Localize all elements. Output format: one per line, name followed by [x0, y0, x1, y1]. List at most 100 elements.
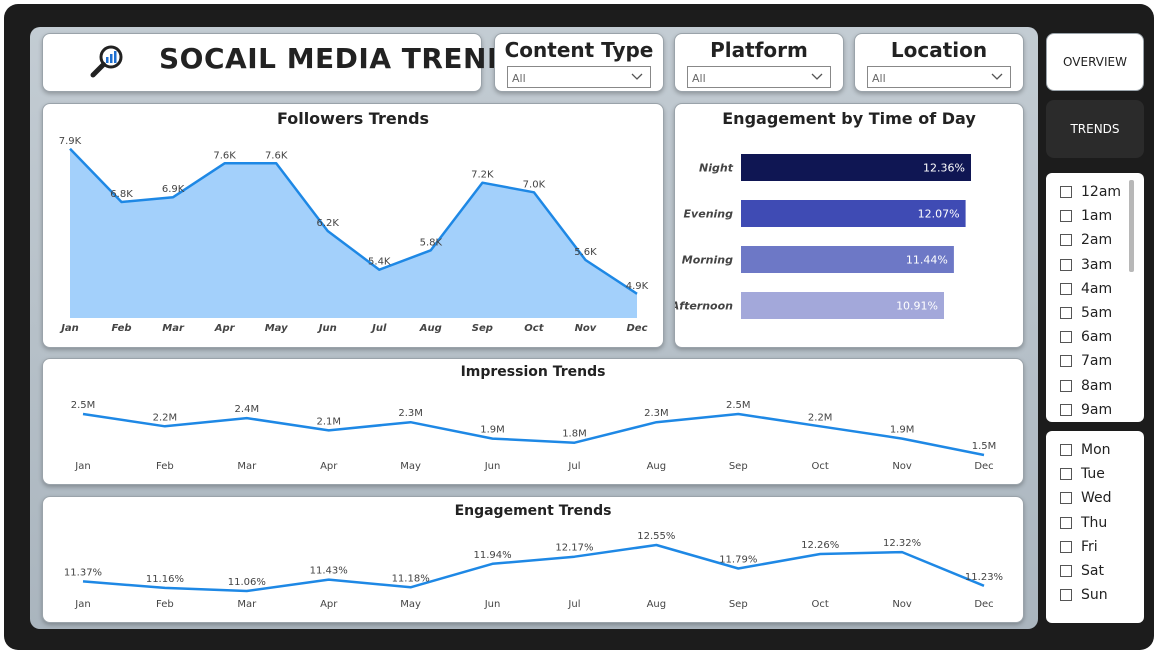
impression-data-label: 1.9M	[480, 425, 505, 436]
checkbox[interactable]	[1060, 379, 1072, 392]
impression-x-tick: Dec	[974, 461, 993, 472]
followers-x-tick: Apr	[214, 323, 236, 334]
platform-dropdown[interactable]: All	[687, 66, 831, 88]
followers-x-tick: Dec	[626, 323, 647, 334]
hour-option-label: 6am	[1081, 329, 1113, 346]
content-type-slicer: Content Type All	[494, 33, 664, 92]
chevron-down-icon	[631, 73, 643, 80]
checkbox[interactable]	[1060, 468, 1072, 481]
impression-data-label: 1.5M	[972, 441, 997, 452]
hour-option[interactable]: 9am	[1060, 400, 1112, 420]
day-option[interactable]: Thu	[1060, 513, 1107, 533]
hour-option[interactable]: 6am	[1060, 327, 1112, 347]
impression-data-label: 2.3M	[398, 408, 423, 419]
engagement-data-label: 11.79%	[719, 554, 757, 565]
day-option[interactable]: Tue	[1060, 464, 1105, 484]
hour-option[interactable]: 3am	[1060, 255, 1112, 275]
followers-chart: 7.9K Jan 6.8K Feb 6.9K Mar 7.6K Apr 7.6K May 6.2K J…	[59, 136, 649, 334]
engagement-data-label: 12.26%	[801, 540, 839, 551]
day-option[interactable]: Sat	[1060, 561, 1104, 581]
impression-data-label: 1.9M	[890, 425, 915, 436]
hour-option-label: 1am	[1081, 208, 1113, 225]
day-option[interactable]: Wed	[1060, 488, 1112, 508]
timeofday-data-label: 12.07%	[918, 208, 960, 221]
hour-option[interactable]: 7am	[1060, 351, 1112, 371]
hour-option-label: 9am	[1081, 401, 1113, 418]
checkbox[interactable]	[1060, 186, 1072, 198]
followers-x-tick: Feb	[112, 323, 132, 334]
hour-option[interactable]: 1am	[1060, 206, 1112, 226]
timeofday-category-label: Evening	[684, 208, 734, 221]
impression-x-tick: Nov	[892, 461, 912, 472]
engagement-x-tick: Sep	[729, 599, 748, 610]
checkbox[interactable]	[1060, 307, 1072, 319]
checkbox[interactable]	[1060, 516, 1072, 529]
day-option-label: Sat	[1081, 563, 1104, 579]
engagement-data-label: 12.32%	[883, 538, 921, 549]
engagement-x-tick: Jul	[567, 599, 580, 610]
timeofday-data-label: 12.36%	[923, 162, 965, 175]
platform-slicer: Platform All	[674, 33, 844, 92]
hour-option[interactable]: 12am	[1060, 182, 1121, 202]
checkbox[interactable]	[1060, 210, 1072, 223]
title-card: SOCAIL MEDIA TRENDS	[42, 33, 531, 92]
hour-list-scrollbar[interactable]	[1129, 180, 1134, 272]
location-slicer: Location All	[854, 33, 1024, 92]
day-option[interactable]: Sun	[1060, 585, 1108, 605]
location-dropdown[interactable]: All	[867, 66, 1011, 88]
engagement-x-tick: Feb	[156, 599, 174, 610]
followers-trends-card: Followers Trends 7.9K Jan 6.8K Feb 6.9K Mar 7.…	[42, 103, 664, 348]
checkbox[interactable]	[1060, 282, 1072, 295]
chevron-down-icon	[811, 73, 823, 80]
impression-chart: 2.5M Jan 2.2M Feb 2.4M Mar 2.1M Apr 2.3M May 1.9M J…	[71, 400, 997, 472]
checkbox[interactable]	[1060, 355, 1072, 368]
followers-data-label: 7.6K	[265, 150, 288, 161]
followers-x-tick: Jul	[370, 323, 387, 334]
followers-data-label: 7.9K	[59, 136, 82, 147]
impression-x-tick: May	[400, 461, 421, 472]
followers-x-tick: Jun	[317, 323, 337, 334]
checkbox[interactable]	[1060, 492, 1072, 505]
engagement-x-tick: Apr	[320, 599, 338, 610]
checkbox[interactable]	[1060, 540, 1072, 553]
checkbox[interactable]	[1060, 403, 1072, 416]
engagement-x-tick: May	[400, 599, 421, 610]
impression-x-tick: Sep	[729, 461, 748, 472]
day-slicer: Mon Tue Wed Thu Fri Sat Sun	[1046, 431, 1144, 623]
engagement-line	[82, 543, 985, 593]
hour-option-label: 3am	[1081, 256, 1113, 273]
hour-option[interactable]: 5am	[1060, 303, 1112, 323]
hour-option[interactable]: 8am	[1060, 376, 1112, 396]
hour-option[interactable]: 4am	[1060, 279, 1112, 299]
engagement-time-card: Engagement by Time of Day Night 12.36% Eve…	[674, 103, 1024, 348]
engagement-data-label: 11.06%	[228, 577, 266, 588]
impression-data-label: 2.2M	[808, 412, 833, 423]
checkbox[interactable]	[1060, 234, 1072, 247]
overview-button[interactable]: OVERVIEW	[1046, 33, 1144, 91]
content-type-dropdown[interactable]: All	[507, 66, 651, 88]
location-value: All	[872, 72, 886, 85]
hour-option[interactable]: 2am	[1060, 230, 1112, 250]
hour-option-label: 7am	[1081, 353, 1113, 370]
impression-x-tick: Aug	[647, 461, 667, 472]
followers-data-label: 5.6K	[574, 247, 597, 258]
checkbox[interactable]	[1060, 444, 1072, 456]
followers-x-tick: Aug	[419, 323, 442, 334]
checkbox[interactable]	[1060, 565, 1072, 577]
day-option[interactable]: Fri	[1060, 537, 1098, 557]
engagement-data-label: 12.17%	[555, 543, 593, 554]
platform-value: All	[692, 72, 706, 85]
checkbox[interactable]	[1060, 589, 1072, 602]
checkbox[interactable]	[1060, 331, 1072, 344]
day-option[interactable]: Mon	[1060, 440, 1111, 460]
day-option-label: Wed	[1081, 490, 1112, 507]
trends-button[interactable]: TRENDS	[1046, 100, 1144, 158]
chevron-down-icon	[991, 73, 1003, 80]
impression-x-tick: Apr	[320, 461, 338, 472]
checkbox[interactable]	[1060, 258, 1072, 271]
hour-option-label: 8am	[1081, 377, 1113, 394]
page-title: SOCAIL MEDIA TRENDS	[159, 42, 532, 75]
followers-data-label: 7.0K	[523, 179, 546, 190]
followers-data-label: 7.6K	[213, 150, 236, 161]
engagement-x-tick: Nov	[892, 599, 912, 610]
